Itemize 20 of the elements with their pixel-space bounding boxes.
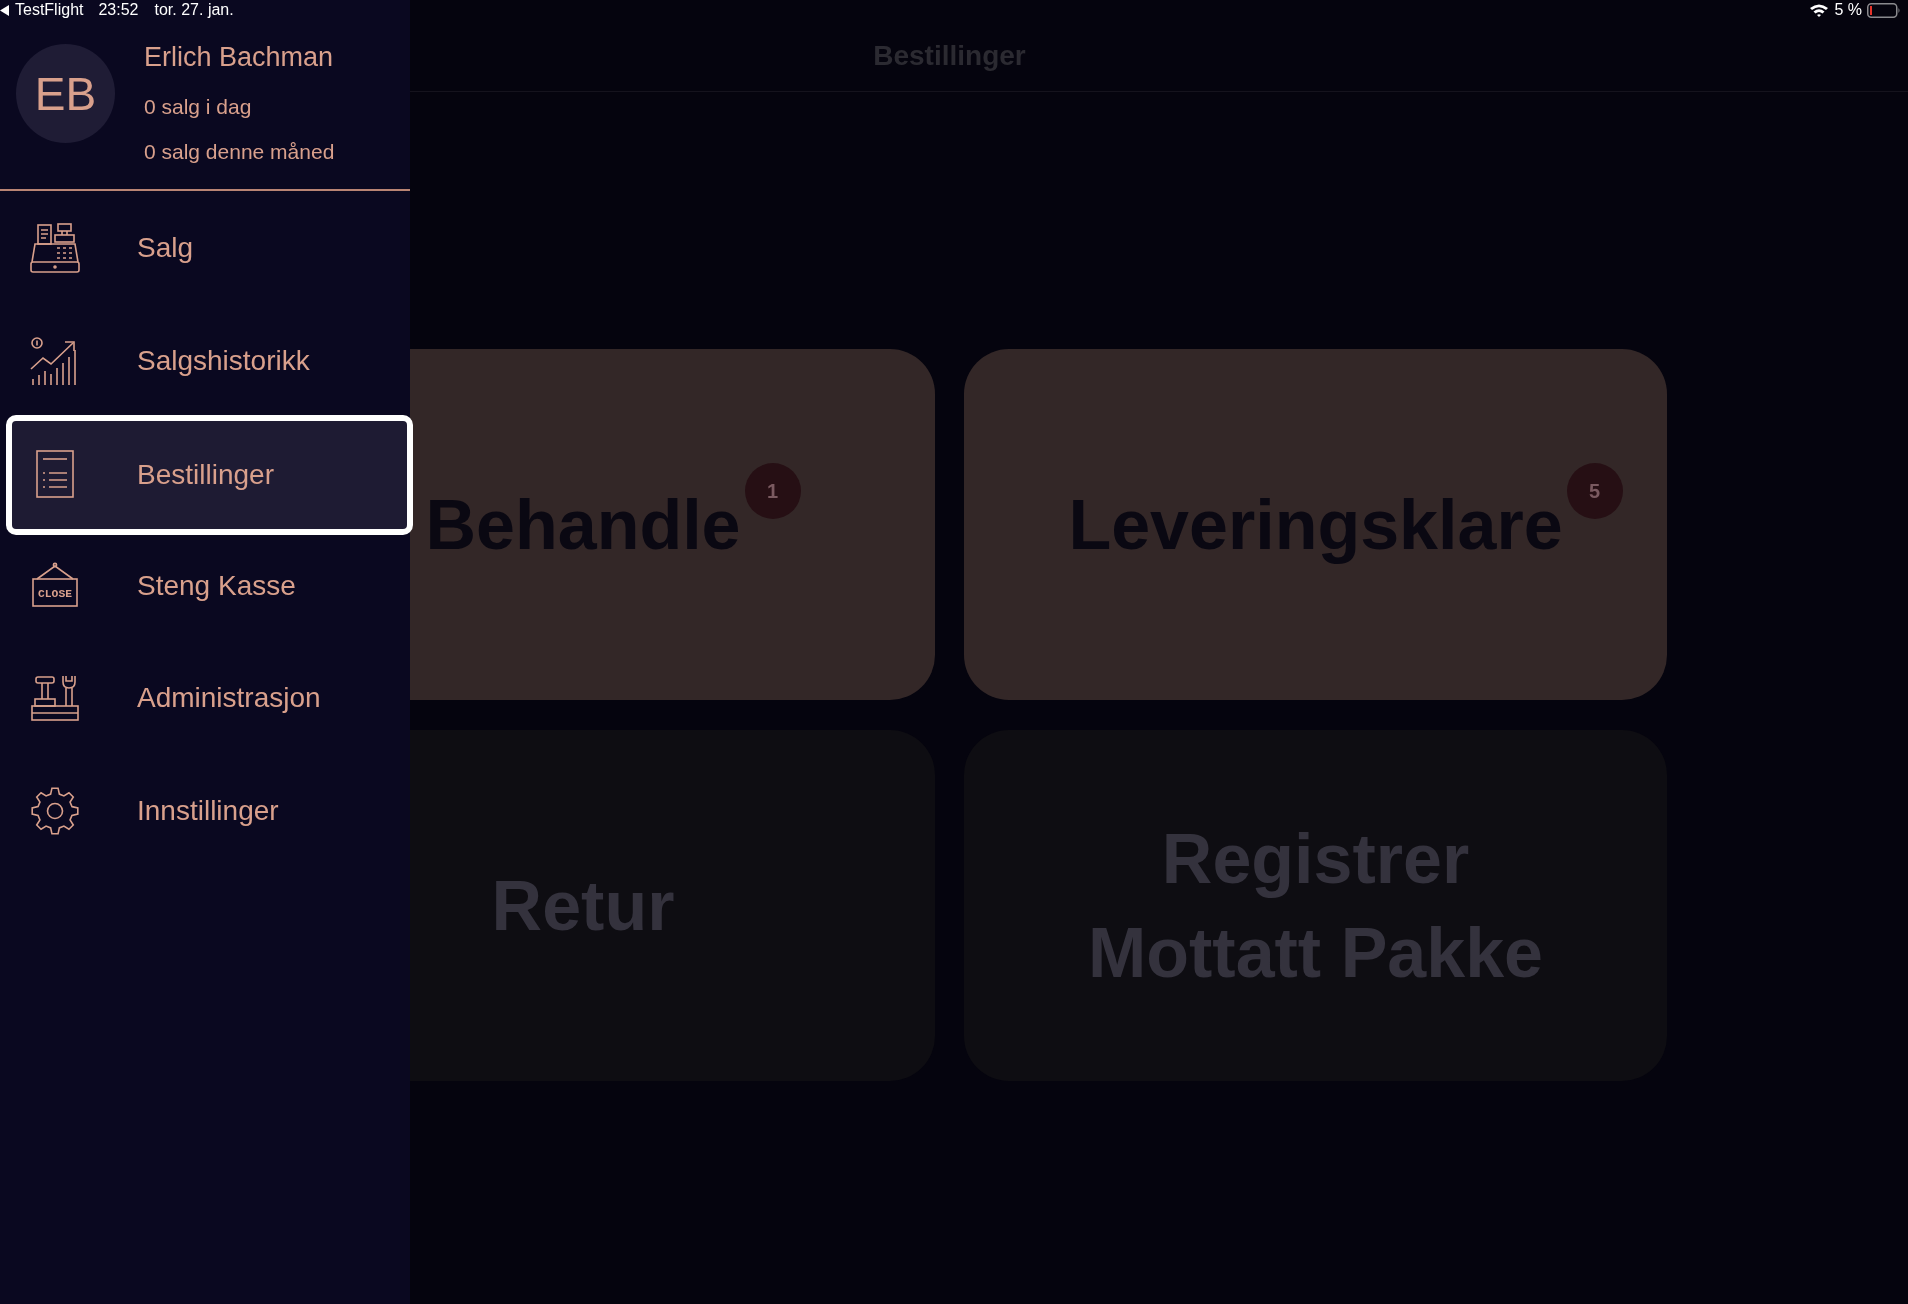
back-link[interactable]: TestFlight xyxy=(0,1,84,19)
count-badge: 1 xyxy=(744,462,801,519)
user-name: Erlich Bachman xyxy=(144,41,334,74)
wifi-icon xyxy=(1809,3,1830,17)
menu-item[interactable]: Salgshistorikk xyxy=(0,304,410,417)
sales-stat: 0 salg denne måned xyxy=(144,139,335,165)
menu-item[interactable]: Bestillinger xyxy=(6,415,413,535)
status-date: tor. 27. jan. xyxy=(154,1,234,19)
avatar-initials: EB xyxy=(16,44,115,143)
status-time: 23:52 xyxy=(98,1,139,19)
settings-icon xyxy=(29,784,81,837)
menu-item[interactable]: Innstillinger xyxy=(0,754,410,867)
back-icon xyxy=(0,4,9,16)
battery-percentage: 5 % xyxy=(1834,1,1862,19)
battery-icon xyxy=(1867,2,1901,18)
menu-item[interactable]: Administrasjon xyxy=(0,642,410,755)
menu-item[interactable]: Salg xyxy=(0,192,410,305)
sales-stat: 0 salg i dag xyxy=(144,94,252,120)
count-badge: 5 xyxy=(1566,462,1623,519)
cash-register-icon xyxy=(29,222,81,275)
